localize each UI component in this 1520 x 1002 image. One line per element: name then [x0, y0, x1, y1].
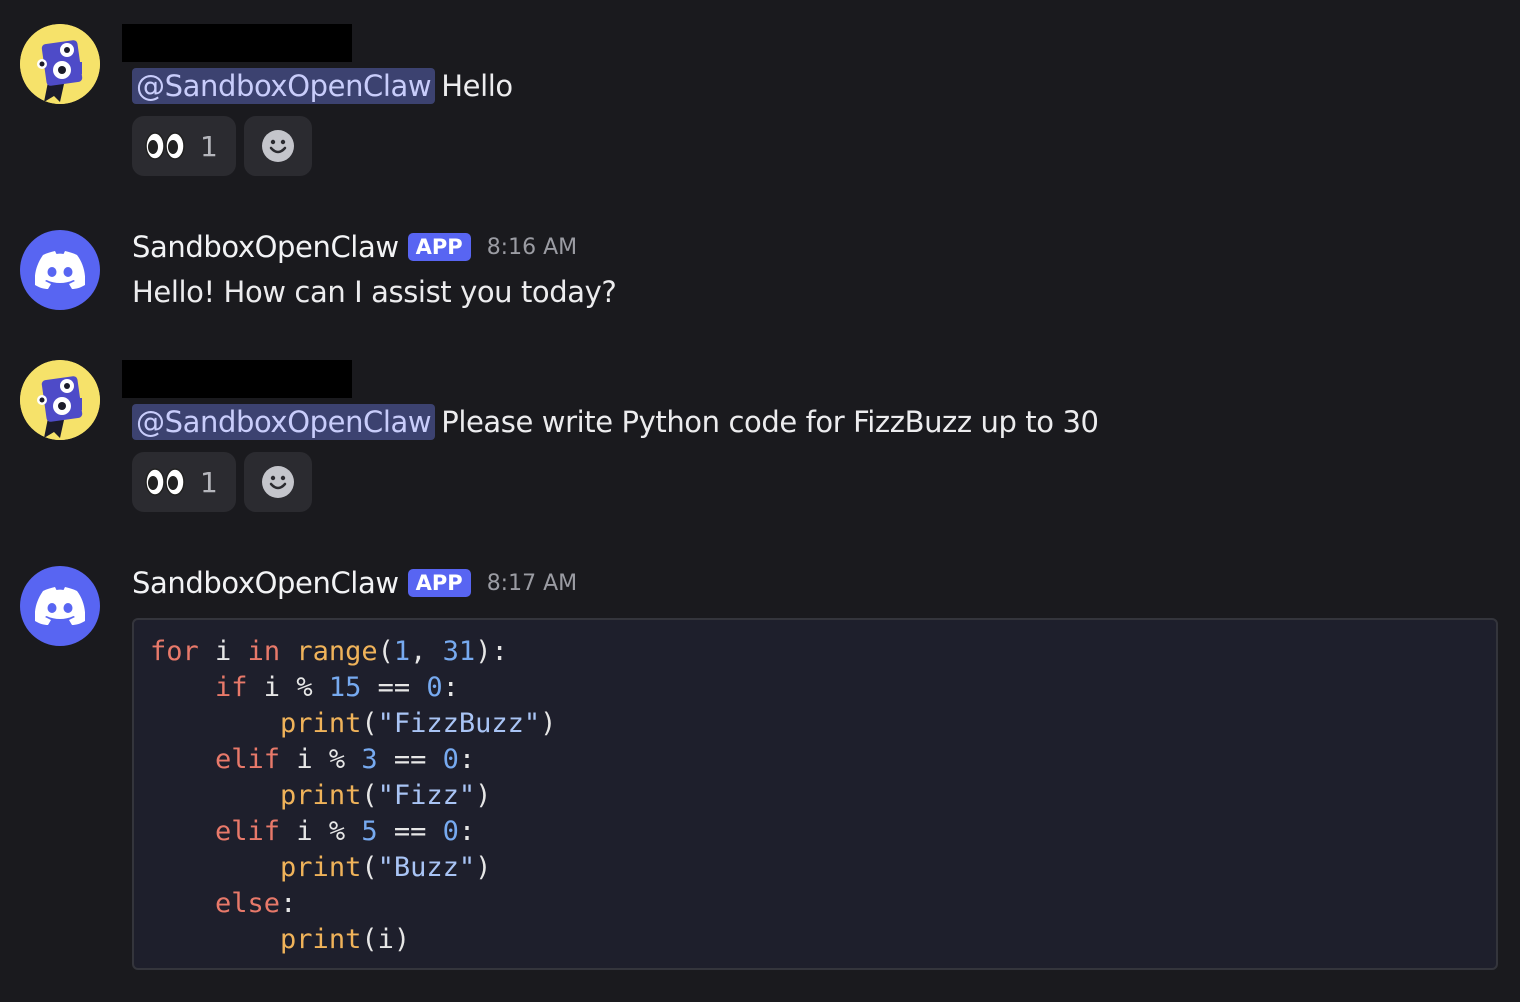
code-token: 3 [361, 744, 378, 775]
code-token: if [215, 672, 248, 703]
code-token: == [377, 744, 443, 775]
bot-avatar[interactable] [20, 566, 100, 646]
mention-tag[interactable]: @SandboxOpenClaw [132, 68, 436, 104]
message-header: SandboxOpenClaw APP 8:17 AM [132, 566, 577, 600]
code-token: ) [475, 852, 492, 883]
code-line: if i % 15 == 0: [150, 670, 1480, 706]
code-block[interactable]: for i in range(1, 31): if i % 15 == 0: p… [132, 618, 1498, 970]
reaction-eyes[interactable]: 1 [132, 452, 236, 512]
redacted-username [122, 24, 352, 62]
message-content: @SandboxOpenClaw Hello [132, 64, 513, 108]
discord-logo-icon [35, 587, 85, 625]
code-token: : [458, 744, 476, 775]
username[interactable]: SandboxOpenClaw [132, 566, 399, 600]
mention-tag[interactable]: @SandboxOpenClaw [132, 404, 436, 440]
code-token: print [280, 708, 362, 739]
add-reaction-button[interactable] [244, 452, 312, 512]
message-text: Hello [441, 69, 513, 103]
code-token: ) [475, 780, 492, 811]
code-token: ( [361, 852, 378, 883]
username[interactable]: SandboxOpenClaw [132, 230, 399, 264]
code-token: i % [280, 744, 362, 775]
code-token: ): [475, 636, 508, 667]
code-token: "Buzz" [377, 852, 476, 883]
code-token: 5 [361, 816, 378, 847]
code-token: print [280, 924, 362, 955]
message-text: Hello! How can I assist you today? [132, 275, 617, 309]
code-token: ( [377, 636, 394, 667]
timestamp: 8:17 AM [486, 570, 578, 596]
reaction-bar: 1 [132, 116, 312, 176]
code-token: print [280, 852, 362, 883]
code-token: ( [361, 708, 378, 739]
user-avatar[interactable] [20, 24, 100, 104]
code-token: elif [215, 816, 281, 847]
message-text: Please write Python code for FizzBuzz up… [441, 405, 1099, 439]
code-line: else: [150, 886, 1480, 922]
redacted-username [122, 360, 352, 398]
code-token: print [280, 780, 362, 811]
reaction-bar: 1 [132, 452, 312, 512]
code-token: (i) [361, 924, 411, 955]
app-badge: APP [407, 233, 471, 261]
code-token: range [296, 636, 378, 667]
smiley-icon [262, 466, 294, 498]
code-token: i [198, 636, 248, 667]
code-line: print("Fizz") [150, 778, 1480, 814]
code-token: == [361, 672, 427, 703]
code-token: ) [540, 708, 557, 739]
code-token: 15 [328, 672, 362, 703]
code-token: 31 [442, 636, 476, 667]
discord-logo-icon [35, 251, 85, 289]
user-avatar[interactable] [20, 360, 100, 440]
code-line: for i in range(1, 31): [150, 634, 1480, 670]
code-token: ( [361, 780, 378, 811]
code-token: "Fizz" [377, 780, 476, 811]
bot-avatar[interactable] [20, 230, 100, 310]
code-line: elif i % 3 == 0: [150, 742, 1480, 778]
robot-avatar-icon [20, 24, 100, 104]
code-token: else [215, 888, 281, 919]
add-reaction-button[interactable] [244, 116, 312, 176]
code-line: elif i % 5 == 0: [150, 814, 1480, 850]
code-token: 0 [442, 744, 459, 775]
app-badge: APP [407, 569, 471, 597]
eyes-emoji-icon [145, 468, 185, 496]
code-token: : [458, 816, 476, 847]
code-token: : [442, 672, 459, 703]
code-token: i % [280, 816, 362, 847]
robot-avatar-icon [20, 360, 100, 440]
code-token: 0 [442, 816, 459, 847]
code-line: print(i) [150, 922, 1480, 958]
code-line: print("Buzz") [150, 850, 1480, 886]
reaction-eyes[interactable]: 1 [132, 116, 236, 176]
reaction-count: 1 [200, 129, 218, 163]
reaction-count: 1 [200, 465, 218, 499]
code-token: , [410, 636, 443, 667]
eyes-emoji-icon [145, 132, 185, 160]
smiley-icon [262, 130, 294, 162]
code-token: == [377, 816, 443, 847]
code-token: elif [215, 744, 281, 775]
timestamp: 8:16 AM [486, 234, 578, 260]
code-token: 1 [393, 636, 411, 667]
code-token: "FizzBuzz" [377, 708, 541, 739]
code-token: i % [247, 672, 329, 703]
code-token: 0 [426, 672, 443, 703]
message-header: SandboxOpenClaw APP 8:16 AM [132, 230, 577, 264]
code-token: for [150, 636, 199, 667]
code-token: : [280, 888, 297, 919]
code-line: print("FizzBuzz") [150, 706, 1480, 742]
message-content: @SandboxOpenClaw Please write Python code… [132, 400, 1099, 444]
code-token: in [247, 636, 281, 667]
